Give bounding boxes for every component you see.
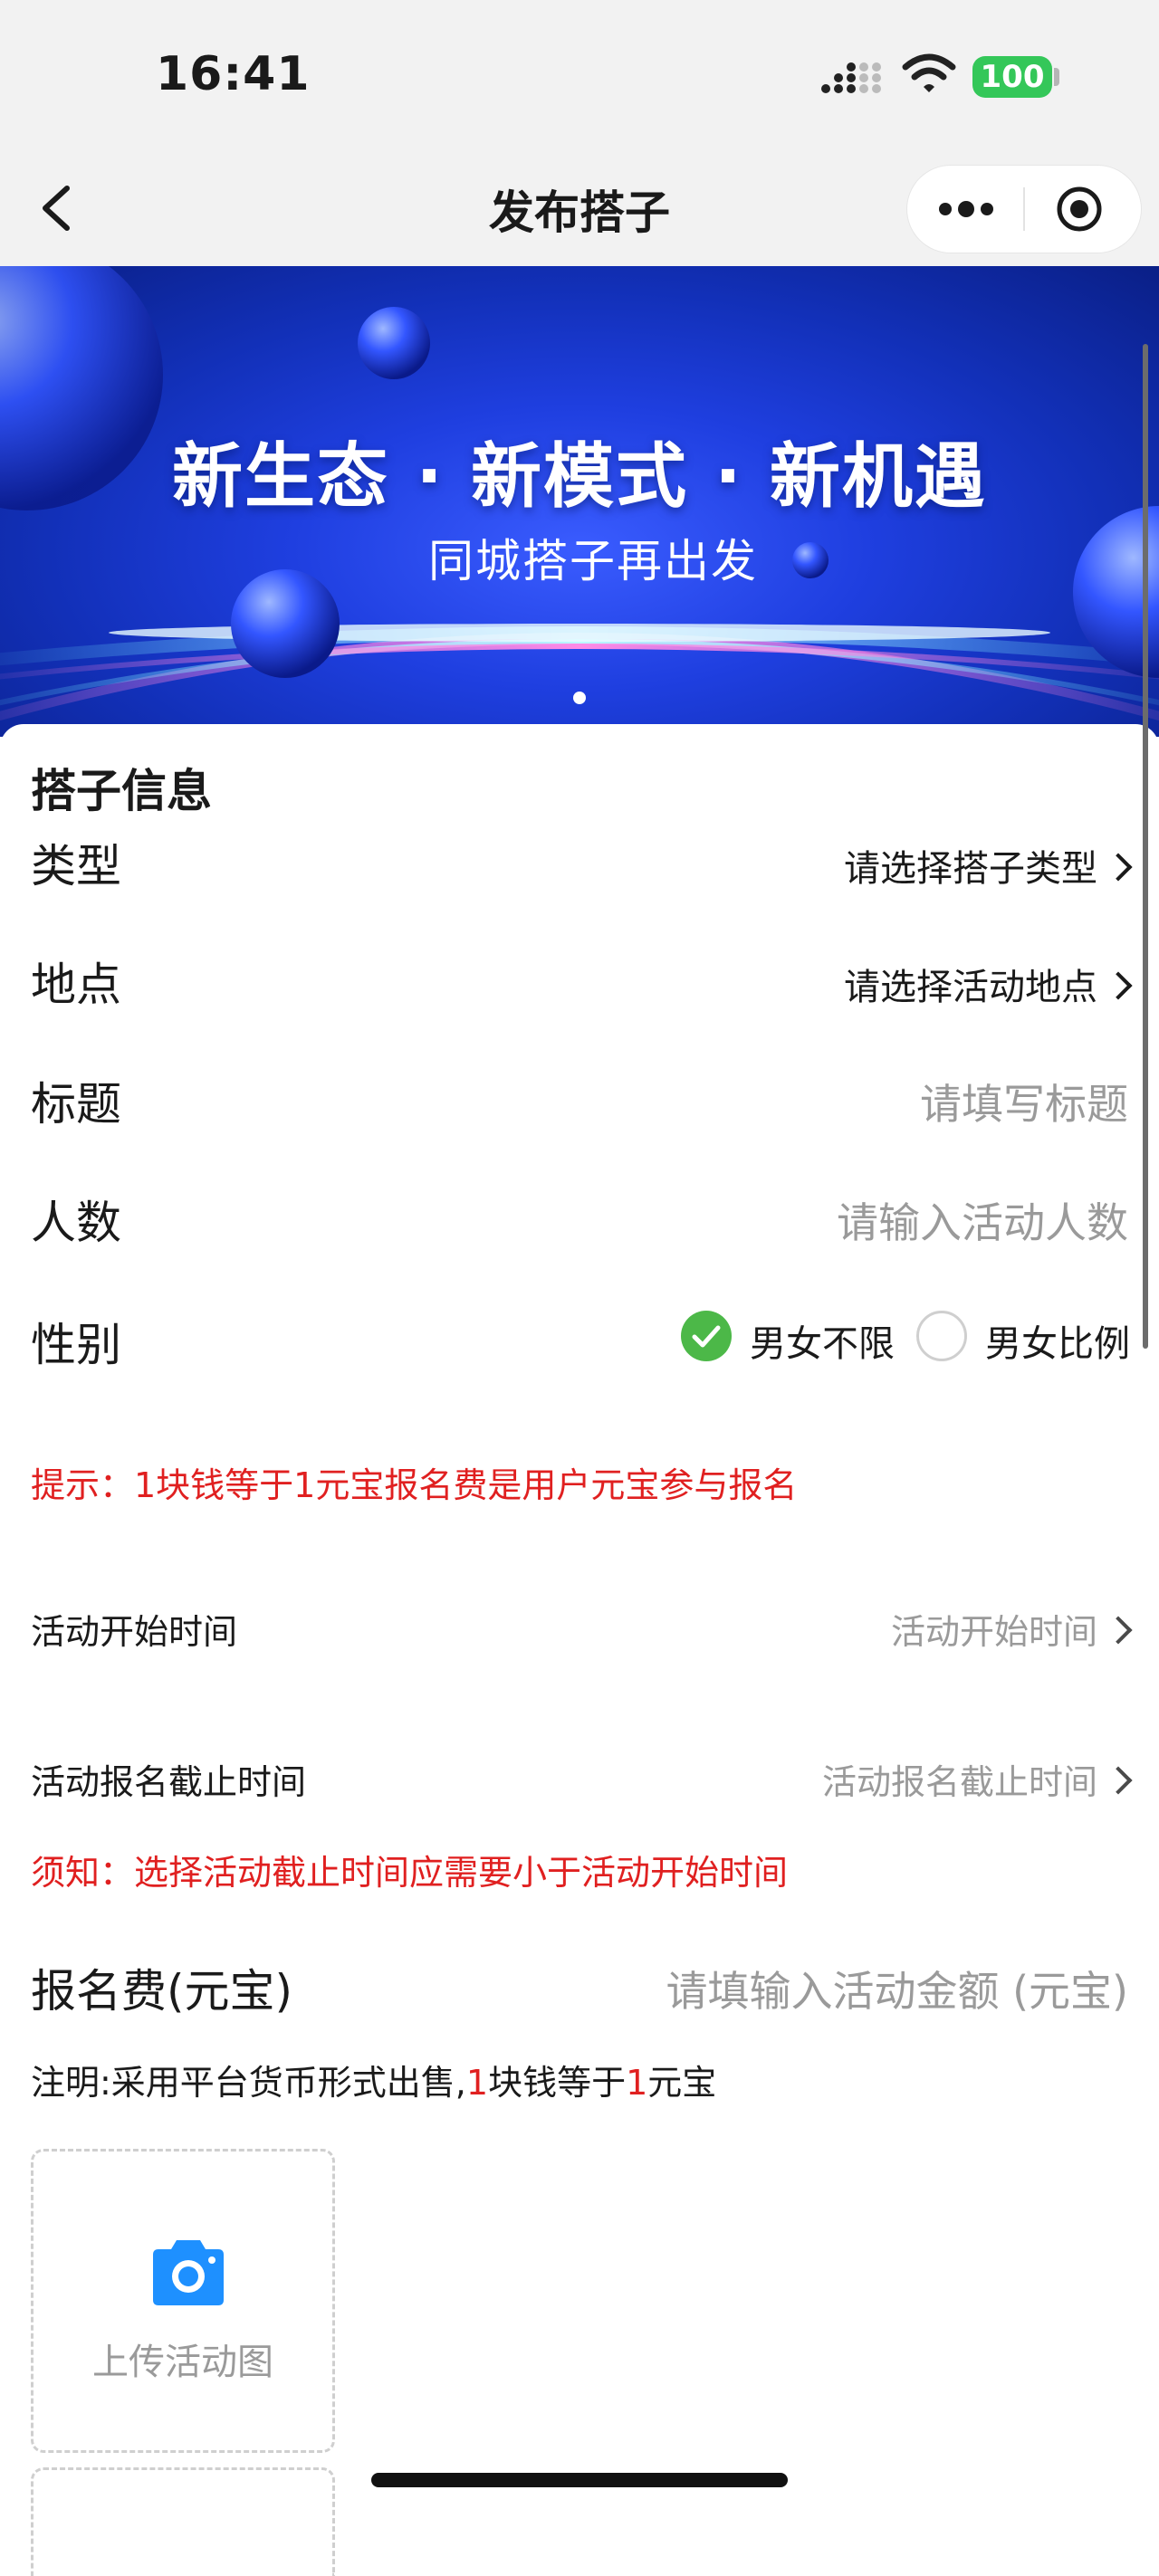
status-time: 16:41 — [156, 47, 311, 101]
currency-note-number: 1 — [465, 2063, 489, 2103]
start-time-picker[interactable]: 活动开始时间 — [890, 1604, 1133, 1654]
start-time-value: 活动开始时间 — [890, 1612, 1097, 1652]
chevron-right-icon — [1104, 971, 1133, 1000]
location-label: 地点 — [31, 959, 121, 1011]
camera-icon — [153, 2240, 224, 2305]
fee-row[interactable]: 报名费(元宝) 请填输入活动金额 (元宝) — [31, 1955, 1128, 2018]
title-label: 标题 — [31, 1078, 121, 1131]
fee-hint: 提示：1块钱等于1元宝报名费是用户元宝参与报名 — [31, 1465, 798, 1505]
gender-row: 性别 男女不限 男女比例 — [31, 1309, 1130, 1372]
location-select[interactable]: 请选择活动地点 — [844, 958, 1133, 1010]
banner-page-indicator — [573, 692, 586, 704]
people-input[interactable]: 请输入活动人数 — [837, 1190, 1128, 1250]
currency-note-part: 块钱等于 — [488, 2063, 627, 2103]
type-select-value: 请选择搭子类型 — [844, 848, 1097, 890]
location-select-value: 请选择活动地点 — [844, 967, 1097, 1008]
battery-tip — [1054, 68, 1059, 86]
nav-bar: 发布搭子 — [0, 154, 1159, 267]
deadline-notice: 须知：选择活动截止时间应需要小于活动开始时间 — [31, 1853, 789, 1893]
gender-option-unlimited[interactable]: 男女不限 — [681, 1309, 898, 1365]
battery-indicator: 100 — [972, 56, 1052, 98]
start-time-label: 活动开始时间 — [31, 1612, 238, 1652]
chevron-right-icon — [1104, 853, 1133, 882]
upload-label: 上传活动图 — [92, 2342, 273, 2383]
title-row[interactable]: 标题 请填写标题 — [31, 1068, 1128, 1131]
currency-note: 注明:采用平台货币形式出售,1块钱等于1元宝 — [31, 2055, 716, 2104]
status-bar: 16:41 100 — [0, 0, 1159, 154]
currency-note-number: 1 — [626, 2063, 648, 2103]
upload-second-slot[interactable] — [31, 2467, 335, 2576]
more-dots-icon[interactable] — [934, 193, 998, 225]
gender-label: 性别 — [31, 1319, 121, 1371]
gender-option-ratio[interactable]: 男女比例 — [916, 1309, 1134, 1365]
close-target-icon[interactable] — [1056, 186, 1103, 233]
chevron-right-icon — [1104, 1616, 1133, 1645]
deadline-value: 活动报名截止时间 — [821, 1762, 1097, 1802]
deadline-row[interactable]: 活动报名截止时间 活动报名截止时间 — [31, 1754, 1133, 1805]
mini-program-capsule — [907, 166, 1141, 253]
start-time-row[interactable]: 活动开始时间 活动开始时间 — [31, 1604, 1133, 1655]
capsule-divider — [1023, 187, 1025, 231]
currency-note-part: 注明:采用平台货币形式出售, — [31, 2063, 466, 2103]
title-input[interactable]: 请填写标题 — [920, 1072, 1128, 1131]
currency-note-part: 元宝 — [647, 2063, 717, 2103]
banner-headline: 新生态 · 新模式 · 新机遇 — [172, 436, 987, 518]
section-title: 搭子信息 — [31, 765, 212, 817]
banner-subline: 同城搭子再出发 — [428, 535, 758, 587]
scrollbar[interactable] — [1143, 344, 1148, 1349]
type-select[interactable]: 请选择搭子类型 — [844, 839, 1133, 892]
home-indicator — [371, 2473, 788, 2487]
checked-radio-icon — [681, 1311, 732, 1361]
gender-option-label: 男女比例 — [985, 1323, 1130, 1365]
people-row[interactable]: 人数 请输入活动人数 — [31, 1187, 1128, 1250]
unchecked-radio-icon — [916, 1311, 967, 1361]
type-row[interactable]: 类型 请选择搭子类型 — [31, 830, 1133, 893]
location-row[interactable]: 地点 请选择活动地点 — [31, 949, 1133, 1012]
upload-activity-image-button[interactable]: 上传活动图 — [31, 2149, 335, 2453]
deadline-picker[interactable]: 活动报名截止时间 — [821, 1754, 1133, 1804]
people-label: 人数 — [31, 1197, 121, 1249]
deadline-label: 活动报名截止时间 — [31, 1762, 307, 1802]
wifi-icon — [902, 53, 956, 92]
fee-label: 报名费(元宝) — [31, 1965, 293, 2018]
partner-info-card: 搭子信息 类型 请选择搭子类型 地点 请选择活动地点 标题 请填写标题 人数 请… — [0, 724, 1159, 2576]
gender-option-label: 男女不限 — [750, 1323, 895, 1365]
type-label: 类型 — [31, 840, 121, 892]
chevron-right-icon — [1104, 1766, 1133, 1795]
fee-input[interactable]: 请填输入活动金额 (元宝) — [666, 1959, 1128, 2018]
promo-banner[interactable]: 新生态 · 新模式 · 新机遇 同城搭子再出发 — [0, 266, 1159, 737]
cellular-signal-icon — [821, 62, 881, 93]
